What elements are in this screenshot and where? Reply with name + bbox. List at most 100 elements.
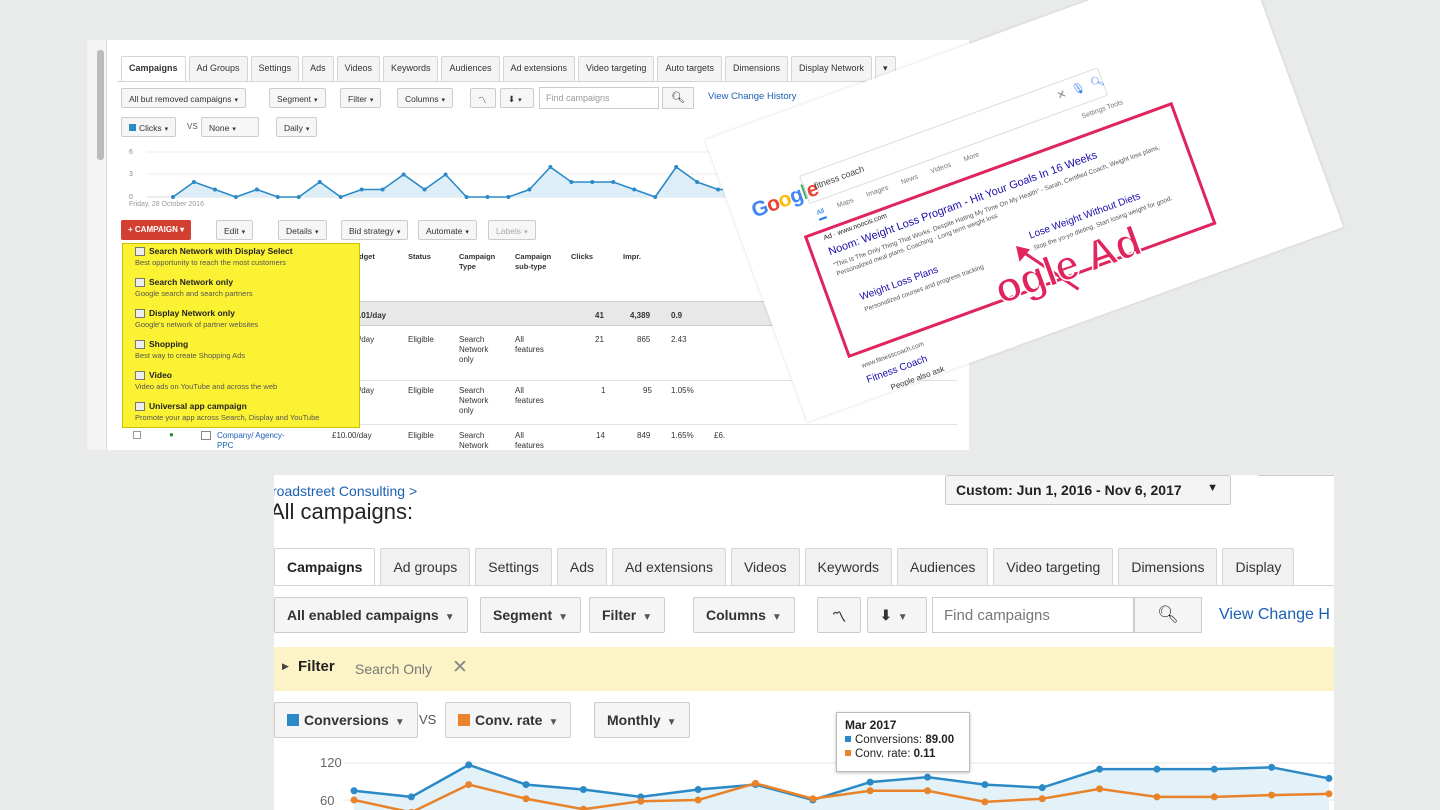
conversions-point[interactable] [694,786,702,794]
metric2-select[interactable]: None ▾ [201,117,259,137]
columns-button[interactable]: Columns ▾ [397,88,454,108]
search-input[interactable]: Find campaigns [932,597,1134,633]
columns-button[interactable]: Columns ▼ [693,597,795,633]
conv-rate-point[interactable] [809,795,817,803]
conversions-point[interactable] [579,786,587,794]
conversions-point[interactable] [1325,774,1333,782]
conversions-point[interactable] [1268,763,1276,771]
tab-ads[interactable]: Ads [302,56,334,82]
column-header-clicks[interactable]: Clicks [571,252,593,262]
column-header-budget[interactable]: dget [359,252,375,262]
conv-rate-point[interactable] [637,797,645,805]
conv-rate-point[interactable] [465,781,473,789]
dropdown-item[interactable]: Video Video ads on YouTube and across the… [123,368,359,399]
tab-dimensions[interactable]: Dimensions [724,56,788,82]
column-header-type[interactable]: Campaign Type [459,252,503,272]
dropdown-item[interactable]: Display Network only Google's network of … [123,306,359,337]
add-campaign-button[interactable]: + CAMPAIGN ▾ [121,220,192,240]
dropdown-item[interactable]: Universal app campaign Promote your app a… [123,399,359,430]
filter-button[interactable]: Filter ▾ [340,88,382,108]
segment-button[interactable]: Segment ▼ [480,597,582,633]
conversions-point[interactable] [1038,784,1046,792]
tab-videos[interactable]: Videos [336,56,380,82]
conversions-point[interactable] [924,773,932,781]
campaign-filter-select[interactable]: All but removed campaigns ▾ [121,88,247,108]
conv-rate-point[interactable] [924,787,932,795]
conv-rate-point[interactable] [1038,795,1046,803]
tab-settings[interactable]: Settings [475,548,552,586]
chart-toggle-button[interactable]: 〽 [817,597,861,633]
download-button[interactable]: ⬇ ▾ [500,88,534,108]
dropdown-item[interactable]: Search Network with Display Select Best o… [123,244,359,275]
tab-video-targeting[interactable]: Video targeting [993,548,1114,586]
close-icon[interactable]: ✕ [452,656,468,679]
tab-display[interactable]: Display [1222,548,1295,586]
column-header-impr[interactable]: Impr. [623,252,641,262]
filter-bar-label[interactable]: Filter [298,658,335,675]
dropdown-item[interactable]: Shopping Best way to create Shopping Ads [123,337,359,368]
view-change-history-link[interactable]: View Change H [1219,606,1330,624]
tab-ad-extensions[interactable]: Ad extensions [612,548,726,586]
conv-rate-point[interactable] [694,796,702,804]
conv-rate-point[interactable] [866,787,874,795]
conv-rate-point[interactable] [1210,793,1218,801]
column-header-subtype[interactable]: Campaign sub-type [515,252,561,272]
campaign-filter-select[interactable]: All enabled campaigns ▼ [274,597,468,633]
tab-ad-extensions[interactable]: Ad extensions [502,56,576,82]
filter-button[interactable]: Filter ▼ [589,597,666,633]
conversions-point[interactable] [1210,765,1218,773]
breadcrumb[interactable]: roadstreet Consulting > [274,483,417,499]
tab-ad-groups[interactable]: Ad Groups [188,56,248,82]
tab-auto-targets[interactable]: Auto targets [657,56,722,82]
view-change-history-link[interactable]: View Change History [708,91,797,102]
conversions-point[interactable] [1096,765,1104,773]
conv-rate-point[interactable] [1153,793,1161,801]
search-button[interactable]: 🔍︎ [662,87,694,109]
tab-campaigns[interactable]: Campaigns [274,548,376,586]
tab-audiences[interactable]: Audiences [441,56,500,82]
conv-rate-point[interactable] [1325,790,1333,798]
tab-audiences[interactable]: Audiences [897,548,989,586]
conv-rate-point[interactable] [1096,785,1104,793]
conv-rate-point[interactable] [751,779,759,787]
tab-ad-groups[interactable]: Ad groups [380,548,471,586]
tab-videos[interactable]: Videos [730,548,800,586]
conversions-point[interactable] [407,793,415,801]
metric1-select[interactable]: Clicks ▾ [121,117,177,137]
edit-button[interactable]: Edit ▾ [216,220,254,240]
conv-rate-point[interactable] [981,798,989,806]
row3-checkbox[interactable] [133,431,141,439]
tab-dimensions[interactable]: Dimensions [1118,548,1218,586]
period-select[interactable]: Monthly ▼ [594,702,690,738]
conversions-point[interactable] [981,781,989,789]
tab-display-network[interactable]: Display Network [791,56,873,82]
conversions-point[interactable] [1153,765,1161,773]
dropdown-item[interactable]: Search Network only Google search and sea… [123,275,359,306]
labels-button[interactable]: Labels ▾ [488,220,536,240]
conversions-point[interactable] [866,778,874,786]
tab-ads[interactable]: Ads [556,548,608,586]
chart-toggle-button[interactable]: 〽 [470,88,496,108]
column-header-status[interactable]: Status [408,252,431,262]
row3-campaign-name[interactable]: Company/ Agency-PPC [217,431,297,450]
tab-video-targeting[interactable]: Video targeting [578,56,655,82]
metric1-select[interactable]: Conversions ▼ [274,702,418,738]
date-range-select[interactable]: Custom: Jun 1, 2016 - Nov 6, 2017 ▼ [945,475,1231,505]
conversions-point[interactable] [350,787,358,795]
automate-button[interactable]: Automate ▾ [418,220,477,240]
expand-arrow-icon[interactable]: ▶ [282,661,289,672]
search-button[interactable]: 🔍︎ [1134,597,1202,633]
tab-keywords[interactable]: Keywords [804,548,892,586]
search-input[interactable]: Find campaigns [539,87,659,109]
metric2-select[interactable]: Conv. rate ▼ [445,702,572,738]
bid-strategy-button[interactable]: Bid strategy ▾ [341,220,409,240]
tab-campaigns[interactable]: Campaigns [121,56,186,82]
conv-rate-point[interactable] [1268,791,1276,799]
conversions-point[interactable] [522,781,530,789]
details-button[interactable]: Details ▾ [278,220,327,240]
conv-rate-point[interactable] [522,795,530,803]
tab-settings[interactable]: Settings [250,56,300,82]
scrollbar[interactable] [97,50,104,160]
tab-keywords[interactable]: Keywords [382,56,439,82]
conv-rate-point[interactable] [350,796,358,804]
